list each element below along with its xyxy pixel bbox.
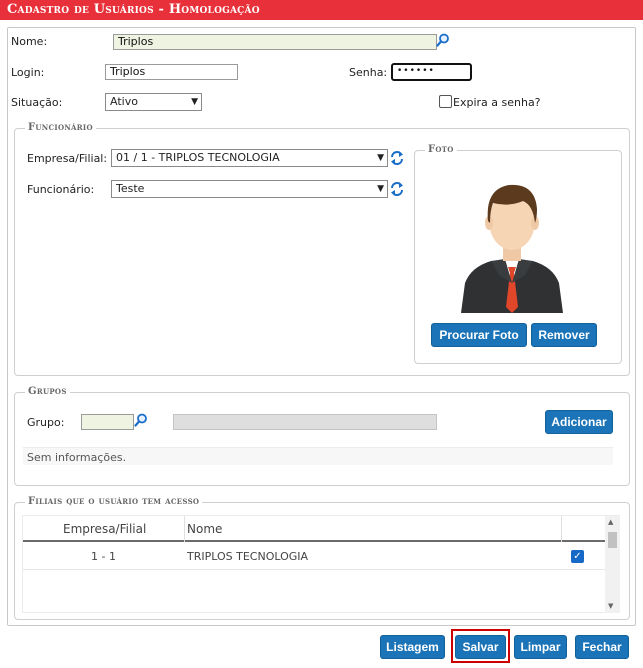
filiais-table: Empresa/Filial Nome 1 - 1 TRIPLOS TECNOL… <box>22 515 620 613</box>
expira-checkbox[interactable] <box>439 95 452 108</box>
login-label: Login: <box>11 66 45 79</box>
adicionar-button[interactable]: Adicionar <box>545 410 613 434</box>
search-icon[interactable] <box>436 33 450 47</box>
column-divider <box>561 516 562 542</box>
scroll-down-icon[interactable]: ▼ <box>608 602 613 610</box>
nome-input[interactable]: Triplos <box>113 34 437 50</box>
grupo-label: Grupo: <box>27 416 65 429</box>
form-panel: Nome: Triplos Login: Triplos Senha: ••••… <box>7 27 636 626</box>
row-nome: TRIPLOS TECNOLOGIA <box>187 550 309 563</box>
avatar-placeholder <box>447 163 577 313</box>
funcionario-fieldset: Funcionário Empresa/Filial: 01 / 1 - TRI… <box>14 122 630 376</box>
salvar-button[interactable]: Salvar <box>455 635 506 659</box>
scroll-thumb[interactable] <box>608 532 617 548</box>
table-row[interactable]: 1 - 1 TRIPLOS TECNOLOGIA ✓ <box>23 544 605 570</box>
remover-foto-button[interactable]: Remover <box>531 323 597 347</box>
limpar-button[interactable]: Limpar <box>514 635 567 659</box>
funcionario-legend: Funcionário <box>25 122 96 134</box>
nome-label: Nome: <box>11 35 48 48</box>
window-title: Cadastro de Usuários - Homologação <box>0 0 643 20</box>
senha-label: Senha: <box>349 66 388 79</box>
row-empresa: 1 - 1 <box>91 550 116 563</box>
grupo-code-input[interactable] <box>81 414 134 430</box>
refresh-icon[interactable] <box>390 150 404 166</box>
filiais-fieldset: Filiais que o usuário tem acesso Empresa… <box>14 496 630 620</box>
listagem-button[interactable]: Listagem <box>380 635 445 659</box>
table-scrollbar[interactable]: ▲ ▼ <box>605 516 620 613</box>
chevron-down-icon: ▼ <box>377 184 384 194</box>
empresa-value: 01 / 1 - TRIPLOS TECNOLOGIA <box>116 151 280 164</box>
col-header-empresa[interactable]: Empresa/Filial <box>63 522 146 536</box>
senha-input[interactable]: •••••• <box>391 63 472 81</box>
refresh-icon[interactable] <box>390 181 404 197</box>
grupos-legend: Grupos <box>25 386 70 398</box>
scroll-up-icon[interactable]: ▲ <box>608 518 613 526</box>
chevron-down-icon: ▼ <box>191 97 198 107</box>
table-header: Empresa/Filial Nome <box>23 516 605 542</box>
login-input[interactable]: Triplos <box>105 64 238 80</box>
empresa-select[interactable]: 01 / 1 - TRIPLOS TECNOLOGIA ▼ <box>111 149 388 167</box>
expira-label: Expira a senha? <box>453 96 541 109</box>
grupo-name-display <box>173 414 437 430</box>
grupos-empty-text: Sem informações. <box>27 451 127 464</box>
filiais-legend: Filiais que o usuário tem acesso <box>25 496 203 508</box>
column-divider <box>184 516 185 542</box>
foto-legend: Foto <box>425 144 457 156</box>
procurar-foto-button[interactable]: Procurar Foto <box>431 323 527 347</box>
grupos-fieldset: Grupos Grupo: Adicionar Sem informações. <box>14 386 630 486</box>
situacao-value: Ativo <box>110 95 138 108</box>
search-icon[interactable] <box>134 413 148 427</box>
foto-fieldset: Foto Procurar Foto Remover <box>414 144 622 364</box>
situacao-label: Situação: <box>11 96 63 109</box>
grupos-list: Sem informações. <box>23 447 613 465</box>
funcionario-value: Teste <box>116 182 145 195</box>
empresa-label: Empresa/Filial: <box>27 152 108 165</box>
funcionario-select[interactable]: Teste ▼ <box>111 180 388 198</box>
col-header-nome[interactable]: Nome <box>187 522 222 536</box>
checkmark-icon: ✓ <box>573 551 582 562</box>
chevron-down-icon: ▼ <box>377 153 384 163</box>
fechar-button[interactable]: Fechar <box>575 635 629 659</box>
funcionario-label: Funcionário: <box>27 183 95 196</box>
row-access-checkbox[interactable]: ✓ <box>571 550 584 563</box>
situacao-select[interactable]: Ativo ▼ <box>105 93 202 111</box>
